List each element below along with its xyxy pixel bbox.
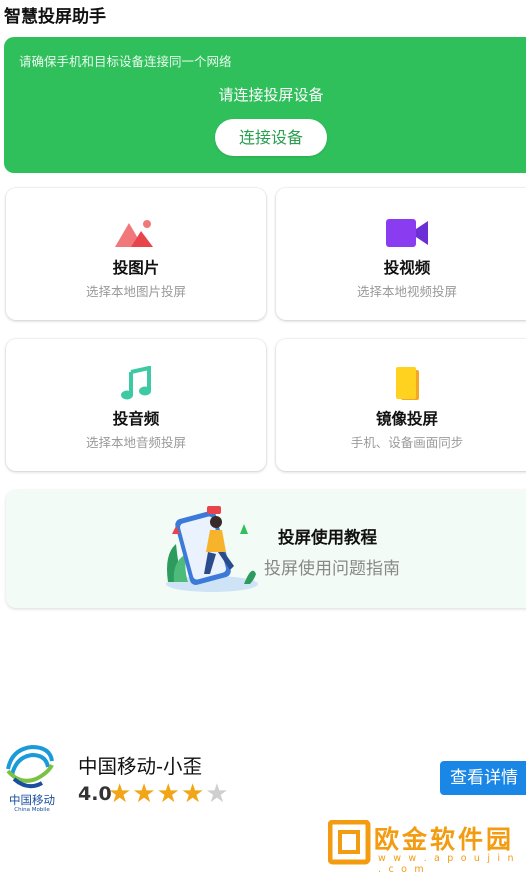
video-camera-icon [386,219,428,247]
view-details-button[interactable]: 查看详情 [440,761,526,795]
connect-device-button[interactable]: 连接设备 [215,119,327,156]
china-mobile-logo: 中国移动 China Mobile [2,741,58,817]
card-subtitle: 选择本地音频投屏 [85,435,186,450]
card-title: 镜像投屏 [375,410,438,428]
star-filled-icon: ★ [180,779,205,809]
card-title: 投图片 [112,259,160,277]
tutorial-subtitle: 投屏使用问题指南 [264,559,400,579]
tutorial-title: 投屏使用教程 [278,528,377,547]
app-title: 智慧投屏助手 [4,7,106,27]
watermark: 欧金软件园 w w w . a p o u j i n . c o m [326,818,526,875]
card-subtitle: 选择本地视频投屏 [356,284,457,299]
card-title: 投视频 [383,259,431,277]
card-subtitle: 手机、设备画面同步 [350,435,464,450]
star-filled-icon: ★ [156,779,180,809]
watermark-logo-icon [328,820,371,865]
cast-video-card[interactable]: 投视频 选择本地视频投屏 [276,188,526,320]
tutorial-illustration-icon [166,506,258,592]
cast-audio-card[interactable]: 投音频 选择本地音频投屏 [6,339,266,471]
tutorial-card[interactable]: 投屏使用教程 投屏使用问题指南 [6,490,526,608]
star-filled-icon: ★ [132,779,156,809]
music-note-icon [121,366,151,400]
ad-app-name: 中国移动-小歪 [78,755,203,778]
connection-status: 请连接投屏设备 [218,86,324,104]
watermark-text: 欧金软件园 [374,825,515,854]
cast-image-card[interactable]: 投图片 选择本地图片投屏 [6,188,266,320]
star-filled-icon: ★ [108,779,132,809]
mirror-cast-card[interactable]: 镜像投屏 手机、设备画面同步 [276,339,526,471]
mirror-icon [396,367,419,400]
ad-rating-value: 4.0 [78,783,112,805]
china-mobile-logo-icon [6,744,54,789]
logo-text-cn: 中国移动 [9,793,55,807]
card-title: 投音频 [112,410,160,428]
image-icon [115,220,153,247]
watermark-url: w w w . a p o u j i n . c o m [378,853,516,875]
connection-banner: 请确保手机和目标设备连接同一个网络 请连接投屏设备 连接设备 [4,37,526,173]
star-empty-icon: ★ [205,779,229,809]
network-hint: 请确保手机和目标设备连接同一个网络 [19,54,232,69]
card-subtitle: 选择本地图片投屏 [85,284,186,299]
rating-stars: ★ ★ ★ ★ ★ [108,780,229,808]
logo-text-en: China Mobile [14,807,50,813]
